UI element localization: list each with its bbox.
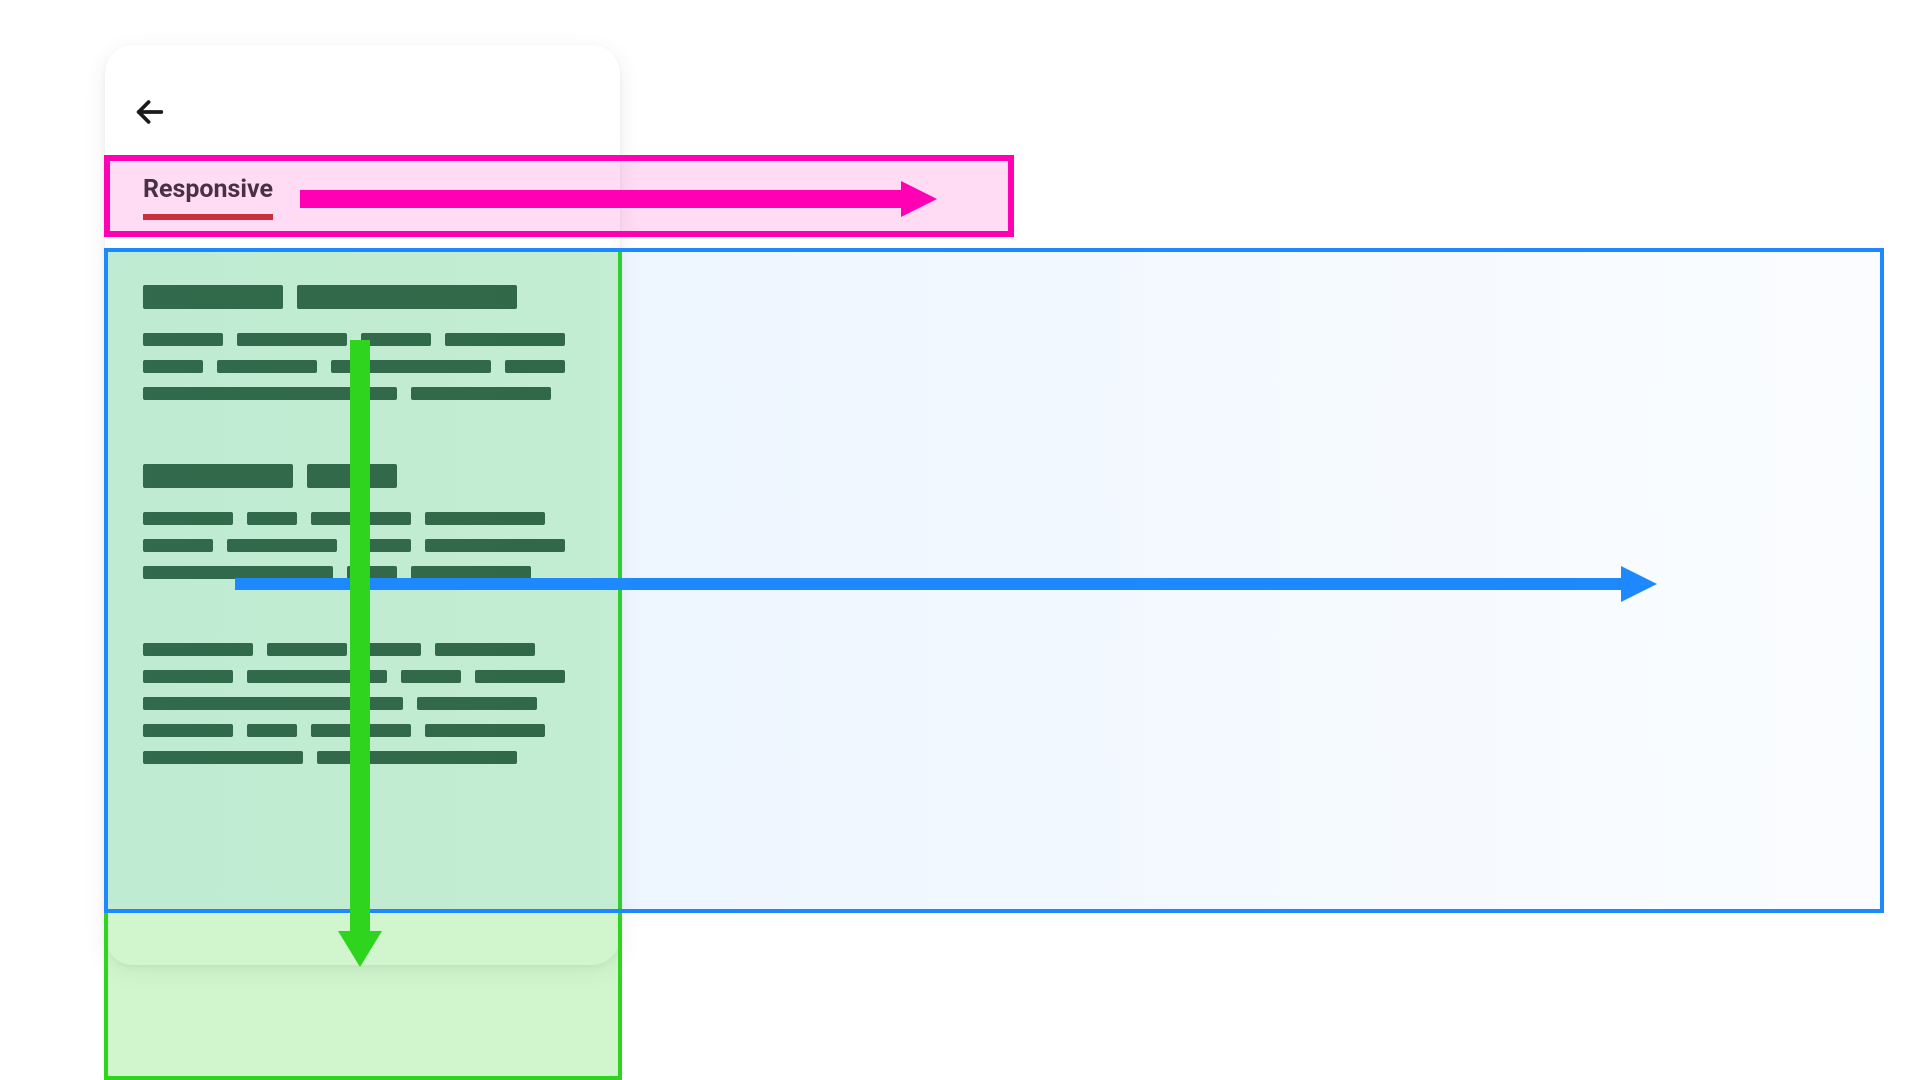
green-arrow-down-icon bbox=[350, 340, 370, 965]
diagram-canvas: Responsive bbox=[0, 0, 1920, 1080]
app-bar bbox=[105, 45, 620, 145]
blue-arrow-right-icon bbox=[235, 578, 1655, 590]
arrow-back-icon[interactable] bbox=[133, 95, 167, 129]
magenta-arrow-right-icon bbox=[300, 190, 935, 208]
